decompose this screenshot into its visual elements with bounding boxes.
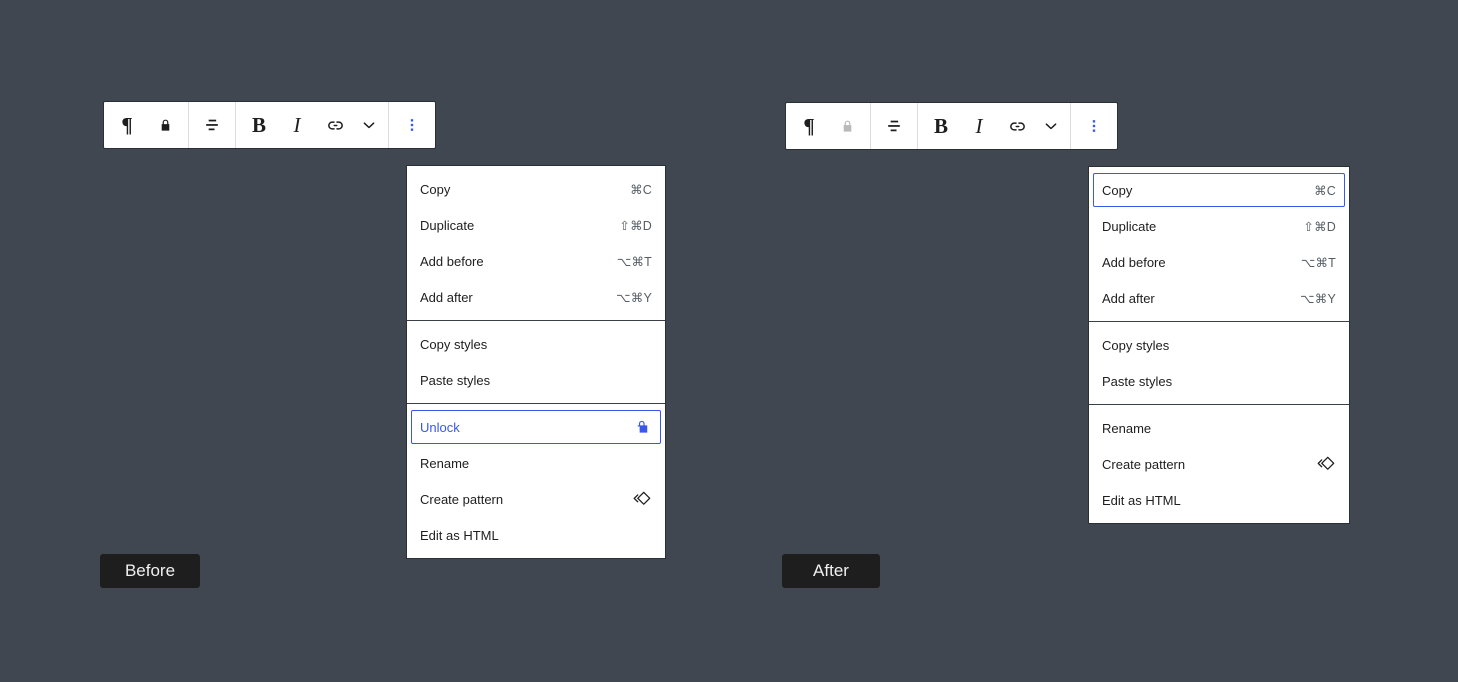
bold-glyph: B [251, 112, 266, 137]
paragraph-icon[interactable]: ¶ [108, 102, 146, 148]
pattern-icon [630, 488, 652, 510]
caption-before: Before [100, 554, 200, 588]
menu-item-label: Edit as HTML [420, 527, 499, 543]
bold-icon[interactable]: B [922, 103, 960, 149]
menu-item-copy[interactable]: Copy ⌘C [1093, 173, 1345, 207]
toolbar-group [1071, 103, 1117, 149]
italic-icon[interactable]: I [278, 102, 316, 148]
menu-item-label: Copy styles [1102, 337, 1170, 353]
menu-item-label: Copy [1102, 182, 1133, 198]
menu-item-shortcut: ⌥⌘Y [1300, 291, 1336, 306]
menu-item-label: Create pattern [420, 491, 504, 507]
menu-item-label: Paste styles [420, 372, 491, 388]
toolbar-group: ¶ [104, 102, 189, 148]
menu-item-label: Create pattern [1102, 456, 1186, 472]
menu-item-label: Paste styles [1102, 373, 1173, 389]
lock-icon[interactable] [146, 102, 184, 148]
menu-item-duplicate[interactable]: Duplicate ⇧⌘D [1093, 209, 1345, 243]
menu-item-label: Edit as HTML [1102, 492, 1181, 508]
toolbar-group [189, 102, 236, 148]
italic-glyph: I [293, 112, 301, 137]
menu-item-add-before[interactable]: Add before ⌥⌘T [1093, 245, 1345, 279]
pattern-icon [1314, 453, 1336, 475]
menu-item-label: Duplicate [420, 217, 475, 233]
link-icon[interactable] [998, 103, 1036, 149]
toolbar-group: BI [236, 102, 389, 148]
menu-item-label: Add after [420, 289, 473, 305]
caption-after: After [782, 554, 880, 588]
menu-item-label: Rename [420, 455, 470, 471]
block-toolbar[interactable]: ¶ B I [103, 101, 436, 149]
menu-item-copy-styles[interactable]: Copy styles [411, 327, 661, 361]
menu-item-create-pattern[interactable]: Create pattern [1093, 447, 1345, 481]
menu-section: Copy styles Paste styles [1089, 322, 1349, 405]
paragraph-glyph: ¶ [803, 113, 815, 138]
menu-item-add-before[interactable]: Add before ⌥⌘T [411, 244, 661, 278]
menu-item-shortcut: ⇧⌘D [619, 218, 652, 233]
menu-item-create-pattern[interactable]: Create pattern [411, 482, 661, 516]
menu-item-shortcut: ⌥⌘Y [616, 290, 652, 305]
more-options-icon[interactable] [393, 102, 431, 148]
block-options-menu[interactable]: Copy ⌘C Duplicate ⇧⌘D Add before ⌥⌘T Add after… [406, 165, 666, 559]
italic-icon[interactable]: I [960, 103, 998, 149]
align-left-icon[interactable] [193, 102, 231, 148]
toolbar-group [389, 102, 435, 148]
bold-glyph: B [933, 113, 948, 138]
menu-section: Copy ⌘C Duplicate ⇧⌘D Add before ⌥⌘T Add after… [1089, 167, 1349, 322]
menu-section: Copy ⌘C Duplicate ⇧⌘D Add before ⌥⌘T Add after… [407, 166, 665, 321]
menu-item-label: Rename [1102, 420, 1152, 436]
toolbar-group [871, 103, 918, 149]
menu-item-rename[interactable]: Rename [411, 446, 661, 480]
lock-icon [828, 103, 866, 149]
menu-item-label: Add after [1102, 290, 1155, 306]
chevron-down-icon[interactable] [354, 102, 384, 148]
menu-item-edit-as-html[interactable]: Edit as HTML [1093, 483, 1345, 517]
menu-item-label: Copy styles [420, 336, 488, 352]
bold-icon[interactable]: B [240, 102, 278, 148]
menu-item-copy[interactable]: Copy ⌘C [411, 172, 661, 206]
menu-item-shortcut: ⌘C [1314, 183, 1336, 198]
menu-item-shortcut: ⇧⌘D [1303, 219, 1336, 234]
toolbar-group: BI [918, 103, 1071, 149]
menu-item-shortcut: ⌘C [630, 182, 652, 197]
menu-item-label: Add before [1102, 254, 1166, 270]
menu-section: Rename Create pattern Edit as HTML [1089, 405, 1349, 523]
menu-item-add-after[interactable]: Add after ⌥⌘Y [411, 280, 661, 314]
menu-item-shortcut: ⌥⌘T [1300, 255, 1336, 270]
more-options-icon[interactable] [1075, 103, 1113, 149]
block-options-menu[interactable]: Copy ⌘C Duplicate ⇧⌘D Add before ⌥⌘T Add after… [1088, 166, 1350, 524]
menu-item-label: Copy [420, 181, 451, 197]
menu-item-paste-styles[interactable]: Paste styles [411, 363, 661, 397]
chevron-down-icon[interactable] [1036, 103, 1066, 149]
italic-glyph: I [975, 113, 983, 138]
link-icon[interactable] [316, 102, 354, 148]
menu-section: Unlock Rename Create pattern Edit as HTML [407, 404, 665, 558]
paragraph-icon[interactable]: ¶ [790, 103, 828, 149]
menu-item-unlock[interactable]: Unlock [411, 410, 661, 444]
menu-item-add-after[interactable]: Add after ⌥⌘Y [1093, 281, 1345, 315]
align-left-icon[interactable] [875, 103, 913, 149]
toolbar-group: ¶ [786, 103, 871, 149]
menu-item-duplicate[interactable]: Duplicate ⇧⌘D [411, 208, 661, 242]
menu-item-paste-styles[interactable]: Paste styles [1093, 364, 1345, 398]
block-toolbar[interactable]: ¶ B I [785, 102, 1118, 150]
menu-item-label: Add before [420, 253, 484, 269]
menu-item-label: Duplicate [1102, 218, 1157, 234]
paragraph-glyph: ¶ [121, 112, 133, 137]
menu-section: Copy styles Paste styles [407, 321, 665, 404]
menu-item-label: Unlock [420, 419, 460, 435]
menu-item-shortcut: ⌥⌘T [616, 254, 652, 269]
menu-item-edit-as-html[interactable]: Edit as HTML [411, 518, 661, 552]
menu-item-copy-styles[interactable]: Copy styles [1093, 328, 1345, 362]
unlock-icon [633, 418, 652, 437]
menu-item-rename[interactable]: Rename [1093, 411, 1345, 445]
